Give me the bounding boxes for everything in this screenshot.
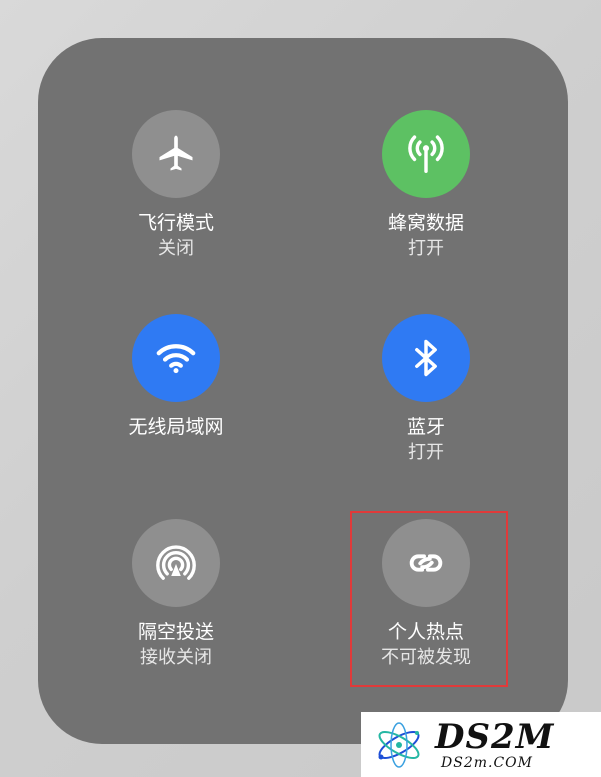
bluetooth-toggle[interactable]: 蓝牙 打开 xyxy=(326,314,526,466)
airdrop-label: 隔空投送 xyxy=(137,621,214,643)
airdrop-icon xyxy=(156,545,196,580)
cellular-data-toggle[interactable]: 蜂窝数据 打开 xyxy=(326,110,526,262)
watermark-title: DS2M xyxy=(435,716,555,757)
watermark: DS2M DS2m.COM xyxy=(361,712,601,777)
wifi-icon xyxy=(156,344,196,374)
wifi-label: 无线局域网 xyxy=(128,416,224,438)
watermark-text: DS2M DS2m.COM xyxy=(435,719,554,771)
airplane-mode-label: 飞行模式 xyxy=(137,212,214,234)
atom-logo-icon xyxy=(378,721,420,768)
wifi-toggle[interactable]: 无线局域网 xyxy=(76,314,276,440)
airplane-mode-toggle[interactable]: 飞行模式 关闭 xyxy=(76,110,276,262)
airdrop-status: 接收关闭 xyxy=(140,647,212,668)
airplane-mode-button[interactable] xyxy=(132,110,220,198)
airplane-icon xyxy=(159,135,193,171)
cellular-data-status: 打开 xyxy=(408,238,444,259)
watermark-subtitle: DS2m.COM xyxy=(441,754,533,771)
red-highlight-box xyxy=(350,511,508,687)
airdrop-toggle[interactable]: 隔空投送 接收关闭 xyxy=(76,519,276,671)
bluetooth-button[interactable] xyxy=(382,314,470,402)
bluetooth-status: 打开 xyxy=(408,442,444,463)
airplane-mode-status: 关闭 xyxy=(158,238,194,259)
bluetooth-label: 蓝牙 xyxy=(406,416,445,438)
cellular-data-button[interactable] xyxy=(382,110,470,198)
wifi-button[interactable] xyxy=(132,314,220,402)
antenna-icon xyxy=(408,135,444,173)
airdrop-button[interactable] xyxy=(132,519,220,607)
cellular-data-label: 蜂窝数据 xyxy=(387,212,464,234)
bluetooth-icon xyxy=(415,339,437,377)
